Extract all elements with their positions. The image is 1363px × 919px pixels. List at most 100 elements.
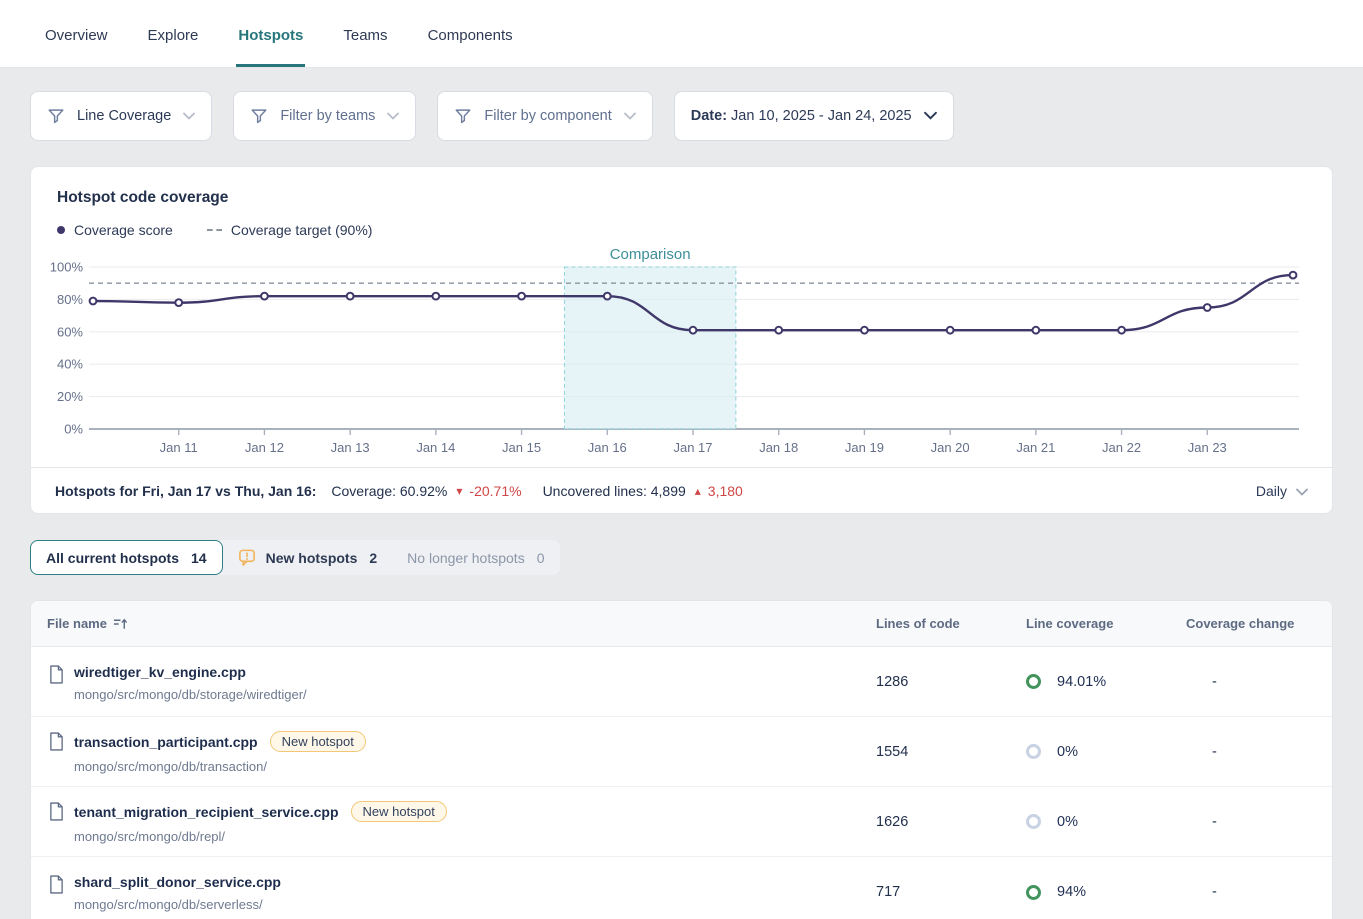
x-axis-tick-label: Jan 18 — [759, 440, 798, 455]
chart-legend: Coverage score Coverage target (90%) — [31, 222, 1332, 238]
tab-all-current-hotspots[interactable]: All current hotspots 14 — [30, 540, 223, 575]
granularity-value: Daily — [1256, 483, 1287, 499]
legend-coverage-score: Coverage score — [57, 222, 173, 238]
date-label: Date:Jan 10, 2025 - Jan 24, 2025 — [691, 108, 912, 124]
table-row[interactable]: transaction_participant.cpp New hotspot … — [31, 717, 1332, 787]
data-point — [1290, 272, 1297, 279]
data-point — [175, 299, 182, 306]
date-range-dropdown[interactable]: Date:Jan 10, 2025 - Jan 24, 2025 — [674, 91, 954, 141]
triangle-up-icon: ▴ — [695, 484, 701, 498]
line-coverage-cell: 0% — [1026, 744, 1186, 760]
legend-target-label: Coverage target (90%) — [231, 222, 373, 238]
funnel-icon — [47, 107, 65, 125]
tab-label: No longer hotspots — [407, 550, 525, 566]
tab-explore[interactable]: Explore — [146, 3, 201, 67]
x-axis-tick-label: Jan 14 — [416, 440, 455, 455]
column-line-coverage: Line coverage — [1026, 616, 1186, 631]
coverage-ring-icon — [1026, 744, 1041, 759]
y-axis-tick-label: 40% — [57, 357, 83, 372]
file-name[interactable]: transaction_participant.cpp — [74, 734, 258, 750]
column-file-name[interactable]: File name — [31, 616, 876, 631]
new-hotspot-badge: New hotspot — [351, 801, 447, 822]
chart-stats-row: Hotspots for Fri, Jan 17 vs Thu, Jan 16:… — [31, 467, 1332, 513]
chevron-down-icon — [387, 108, 399, 124]
x-axis-tick-label: Jan 17 — [673, 440, 712, 455]
data-point — [432, 293, 439, 300]
funnel-icon — [454, 107, 472, 125]
column-lines-of-code: Lines of code — [876, 616, 1026, 631]
new-hotspot-badge: New hotspot — [270, 731, 366, 752]
comparison-region — [564, 267, 735, 429]
table-row[interactable]: wiredtiger_kv_engine.cpp mongo/src/mongo… — [31, 647, 1332, 717]
file-path: mongo/src/mongo/db/storage/wiredtiger/ — [74, 687, 307, 702]
top-navigation: Overview Explore Hotspots Teams Componen… — [0, 0, 1363, 68]
coverage-filter-dropdown[interactable]: Line Coverage — [30, 91, 212, 141]
component-filter-dropdown[interactable]: Filter by component — [437, 91, 652, 141]
file-info: wiredtiger_kv_engine.cpp mongo/src/mongo… — [74, 664, 307, 702]
coverage-change-value: - — [1186, 884, 1332, 900]
teams-filter-dropdown[interactable]: Filter by teams — [233, 91, 416, 141]
chevron-down-icon — [183, 108, 195, 124]
chevron-down-icon — [924, 108, 937, 124]
teams-filter-label: Filter by teams — [280, 108, 375, 124]
data-point — [518, 293, 525, 300]
line-coverage-cell: 94.01% — [1026, 674, 1186, 690]
date-range-value: Jan 10, 2025 - Jan 24, 2025 — [731, 108, 912, 124]
x-axis-tick-label: Jan 19 — [845, 440, 884, 455]
lines-of-code-value: 1286 — [876, 674, 1026, 690]
coverage-change-value: - — [1186, 744, 1332, 760]
coverage-value: 0% — [1057, 744, 1078, 760]
file-info: transaction_participant.cpp New hotspot … — [74, 731, 366, 774]
stats-label: Hotspots for Fri, Jan 17 vs Thu, Jan 16: — [55, 483, 316, 499]
data-point — [604, 293, 611, 300]
table-header: File name Lines of code Line coverage Co… — [31, 601, 1332, 647]
chevron-down-icon — [624, 108, 636, 124]
x-axis-tick-label: Jan 11 — [160, 440, 198, 455]
nav-tabs: Overview Explore Hotspots Teams Componen… — [43, 3, 515, 67]
line-coverage-cell: 94% — [1026, 884, 1186, 900]
file-cell: shard_split_donor_service.cpp mongo/src/… — [31, 860, 876, 919]
hotspot-stats: Hotspots for Fri, Jan 17 vs Thu, Jan 16:… — [55, 483, 743, 499]
tab-components[interactable]: Components — [426, 3, 515, 67]
coverage-stat: Coverage: 60.92% — [331, 483, 447, 499]
x-axis-tick-label: Jan 16 — [588, 440, 627, 455]
coverage-ring-icon — [1026, 674, 1041, 689]
file-name[interactable]: shard_split_donor_service.cpp — [74, 874, 281, 890]
data-point — [261, 293, 268, 300]
x-axis-tick-label: Jan 13 — [331, 440, 370, 455]
granularity-dropdown[interactable]: Daily — [1256, 483, 1308, 499]
x-axis-tick-label: Jan 12 — [245, 440, 284, 455]
table-row[interactable]: tenant_migration_recipient_service.cpp N… — [31, 787, 1332, 857]
lines-of-code-value: 717 — [876, 884, 1026, 900]
uncovered-delta: 3,180 — [708, 483, 743, 499]
date-prefix: Date: — [691, 108, 727, 124]
tab-hotspots[interactable]: Hotspots — [236, 3, 305, 67]
coverage-value: 94% — [1057, 884, 1086, 900]
y-axis-tick-label: 0% — [64, 422, 83, 437]
tab-new-hotspots[interactable]: New hotspots 2 — [223, 540, 393, 575]
coverage-value: 94.01% — [1057, 674, 1106, 690]
legend-score-label: Coverage score — [74, 222, 173, 238]
data-point — [690, 327, 697, 334]
file-cell: transaction_participant.cpp New hotspot … — [31, 717, 876, 786]
coverage-ring-icon — [1026, 814, 1041, 829]
tab-no-longer-hotspots[interactable]: No longer hotspots 0 — [392, 540, 559, 575]
filter-bar: Line Coverage Filter by teams Filter by … — [30, 91, 1333, 141]
file-path: mongo/src/mongo/db/transaction/ — [74, 759, 366, 774]
data-point — [1032, 327, 1039, 334]
table-row[interactable]: shard_split_donor_service.cpp mongo/src/… — [31, 857, 1332, 919]
sort-ascending-icon[interactable] — [113, 617, 128, 631]
file-icon — [49, 732, 64, 751]
tab-teams[interactable]: Teams — [341, 3, 389, 67]
hotspots-table: File name Lines of code Line coverage Co… — [30, 600, 1333, 919]
file-name[interactable]: tenant_migration_recipient_service.cpp — [74, 804, 339, 820]
tab-overview[interactable]: Overview — [43, 3, 110, 67]
coverage-ring-icon — [1026, 885, 1041, 900]
data-point — [1204, 304, 1211, 311]
tab-count: 2 — [369, 550, 377, 566]
chart-title: Hotspot code coverage — [31, 189, 1332, 207]
file-name[interactable]: wiredtiger_kv_engine.cpp — [74, 664, 246, 680]
tab-label: All current hotspots — [46, 550, 179, 566]
file-info: tenant_migration_recipient_service.cpp N… — [74, 801, 447, 844]
component-filter-label: Filter by component — [484, 108, 611, 124]
